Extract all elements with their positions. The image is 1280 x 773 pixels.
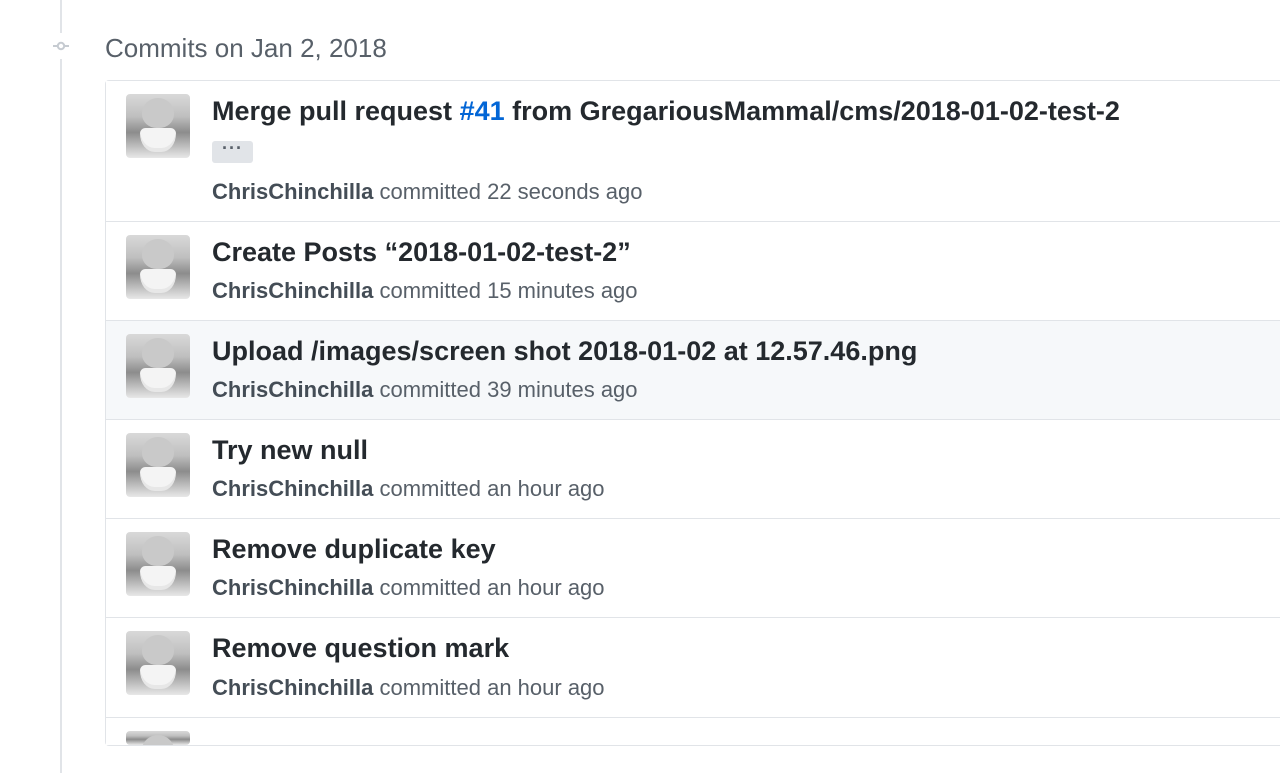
avatar[interactable]	[126, 532, 190, 596]
avatar[interactable]	[126, 94, 190, 158]
commit-time-ago: 15 minutes ago	[487, 278, 637, 303]
avatar[interactable]	[126, 235, 190, 299]
commit-main: Remove question mark ChrisChinchilla com…	[212, 631, 1260, 703]
commit-title-prefix: Merge pull request	[212, 96, 460, 126]
avatar[interactable]	[126, 631, 190, 695]
commit-row: Upload /images/screen shot 2018-01-02 at…	[106, 320, 1280, 419]
commits-page: Commits on Jan 2, 2018 Merge pull reques…	[0, 0, 1280, 773]
commit-meta: ChrisChinchilla committed an hour ago	[212, 671, 1260, 704]
avatar[interactable]	[126, 433, 190, 497]
commit-time-ago: 22 seconds ago	[487, 179, 642, 204]
commit-author[interactable]: ChrisChinchilla	[212, 575, 373, 600]
commit-title[interactable]: Try new null	[212, 433, 1260, 468]
commit-main: Create Posts “2018-01-02-test-2” ChrisCh…	[212, 235, 1260, 307]
commit-main: Remove duplicate key ChrisChinchilla com…	[212, 532, 1260, 604]
commit-author[interactable]: ChrisChinchilla	[212, 377, 373, 402]
commit-author[interactable]: ChrisChinchilla	[212, 179, 373, 204]
commit-row: Try new null ChrisChinchilla committed a…	[106, 419, 1280, 518]
commit-author[interactable]: ChrisChinchilla	[212, 675, 373, 700]
expand-description-button[interactable]: ···	[212, 141, 253, 163]
commit-meta: ChrisChinchilla committed an hour ago	[212, 472, 1260, 505]
commit-row: Remove question mark ChrisChinchilla com…	[106, 617, 1280, 716]
commit-row	[106, 717, 1280, 745]
commit-row: Merge pull request #41 from GregariousMa…	[106, 81, 1280, 221]
commit-title[interactable]: Remove question mark	[212, 631, 1260, 666]
commit-meta: ChrisChinchilla committed 22 seconds ago	[212, 175, 1260, 208]
commit-author[interactable]: ChrisChinchilla	[212, 278, 373, 303]
commit-row: Create Posts “2018-01-02-test-2” ChrisCh…	[106, 221, 1280, 320]
timeline-line	[60, 0, 62, 773]
issue-link[interactable]: #41	[460, 96, 505, 126]
commit-main: Merge pull request #41 from GregariousMa…	[212, 94, 1260, 208]
commit-time-ago: an hour ago	[487, 575, 604, 600]
commit-title[interactable]: Upload /images/screen shot 2018-01-02 at…	[212, 334, 1260, 369]
commit-main	[212, 731, 1260, 745]
avatar[interactable]	[126, 731, 190, 745]
committed-label: committed	[379, 675, 480, 700]
commit-list: Merge pull request #41 from GregariousMa…	[105, 80, 1280, 746]
commit-time-ago: 39 minutes ago	[487, 377, 637, 402]
commit-meta: ChrisChinchilla committed an hour ago	[212, 571, 1260, 604]
committed-label: committed	[379, 377, 480, 402]
commit-main: Try new null ChrisChinchilla committed a…	[212, 433, 1260, 505]
git-commit-icon	[53, 38, 69, 54]
commit-main: Upload /images/screen shot 2018-01-02 at…	[212, 334, 1260, 406]
committed-label: committed	[379, 179, 480, 204]
avatar[interactable]	[126, 334, 190, 398]
commit-meta: ChrisChinchilla committed 15 minutes ago	[212, 274, 1260, 307]
timeline-node	[48, 33, 74, 59]
commit-title[interactable]: Remove duplicate key	[212, 532, 1260, 567]
commit-meta: ChrisChinchilla committed 39 minutes ago	[212, 373, 1260, 406]
commit-author[interactable]: ChrisChinchilla	[212, 476, 373, 501]
commit-title[interactable]: Merge pull request #41 from GregariousMa…	[212, 94, 1260, 129]
commit-group-title: Commits on Jan 2, 2018	[105, 29, 387, 68]
committed-label: committed	[379, 575, 480, 600]
commit-time-ago: an hour ago	[487, 675, 604, 700]
committed-label: committed	[379, 476, 480, 501]
commit-title-suffix: from GregariousMammal/cms/2018-01-02-tes…	[505, 96, 1120, 126]
committed-label: committed	[379, 278, 480, 303]
commit-row: Remove duplicate key ChrisChinchilla com…	[106, 518, 1280, 617]
commit-title[interactable]: Create Posts “2018-01-02-test-2”	[212, 235, 1260, 270]
commit-time-ago: an hour ago	[487, 476, 604, 501]
